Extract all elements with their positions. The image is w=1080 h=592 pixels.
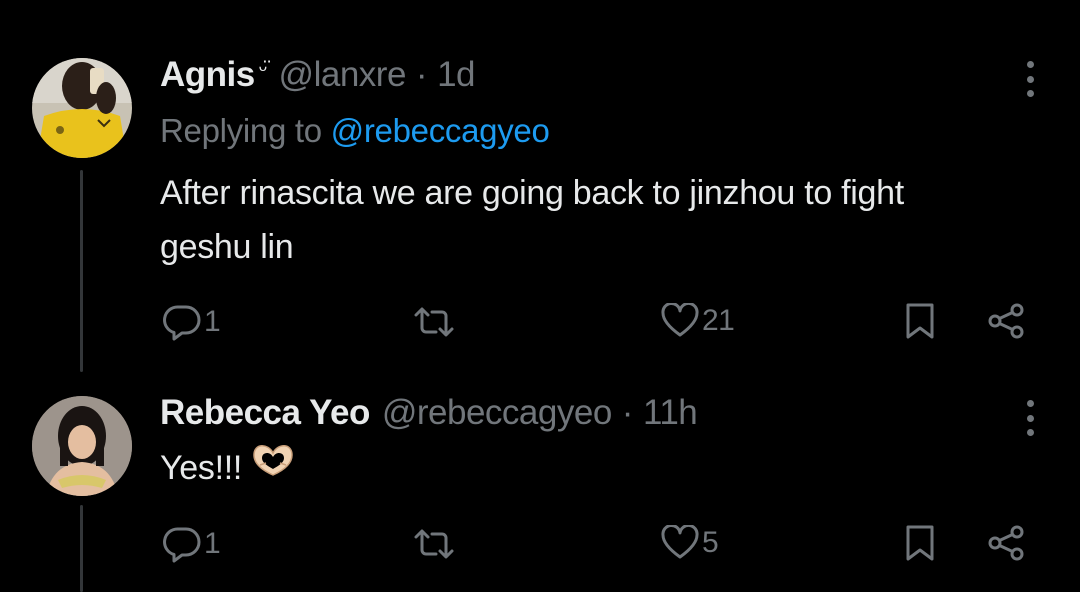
reply-icon xyxy=(163,527,201,563)
post-text: After rinascita we are going back to jin… xyxy=(160,166,904,274)
post-text-line: geshu lin xyxy=(160,228,294,266)
user-handle[interactable]: @lanxre xyxy=(279,55,407,95)
avatar[interactable] xyxy=(32,396,132,496)
separator-dot: · xyxy=(415,55,428,94)
repost-icon xyxy=(414,529,454,559)
share-icon xyxy=(988,303,1024,339)
more-options-icon[interactable] xyxy=(1018,400,1042,436)
like-count: 5 xyxy=(702,526,719,559)
repost-icon xyxy=(414,307,454,337)
share-button[interactable] xyxy=(986,524,1026,562)
reply-button[interactable]: 1 xyxy=(162,525,221,563)
more-options-icon[interactable] xyxy=(1018,61,1042,97)
post-text-line: After rinascita we are going back to jin… xyxy=(160,174,904,212)
timestamp[interactable]: 11h xyxy=(643,393,698,433)
post-text-line: Yes!!! xyxy=(160,449,243,487)
display-name[interactable]: Agnis xyxy=(160,55,255,95)
like-count: 21 xyxy=(702,304,735,337)
thread-connector-line xyxy=(80,170,83,372)
display-name[interactable]: Rebecca Yeo xyxy=(160,393,370,433)
post-text: Yes!!! xyxy=(160,441,296,497)
thread-connector-line xyxy=(80,505,83,592)
reply-icon xyxy=(163,305,201,341)
like-button[interactable]: 21 xyxy=(660,303,735,339)
repost-button[interactable] xyxy=(412,527,456,561)
bookmark-button[interactable] xyxy=(904,524,936,562)
share-button[interactable] xyxy=(986,302,1026,340)
post-header: Agnis ᵕ̈ @lanxre · 1d xyxy=(160,55,475,95)
bookmark-button[interactable] xyxy=(904,302,936,340)
reply-count: 1 xyxy=(204,305,221,338)
replying-to: Replying to @rebeccagyeo xyxy=(160,112,550,150)
separator-dot: · xyxy=(621,393,634,432)
bookmark-icon xyxy=(906,303,934,339)
repost-button[interactable] xyxy=(412,305,456,339)
name-emoji: ᵕ̈ xyxy=(258,56,267,81)
avatar[interactable] xyxy=(32,58,132,158)
replying-prefix: Replying to xyxy=(160,112,331,149)
heart-icon xyxy=(661,525,699,559)
bookmark-icon xyxy=(906,525,934,561)
share-icon xyxy=(988,525,1024,561)
user-handle[interactable]: @rebeccagyeo xyxy=(382,393,612,433)
timestamp[interactable]: 1d xyxy=(437,55,475,95)
heart-icon xyxy=(661,303,699,337)
heart-hands-emoji xyxy=(250,439,296,493)
post-header: Rebecca Yeo @rebeccagyeo · 11h xyxy=(160,393,698,433)
reply-count: 1 xyxy=(204,527,221,560)
replying-to-link[interactable]: @rebeccagyeo xyxy=(331,112,550,149)
like-button[interactable]: 5 xyxy=(660,525,719,561)
reply-button[interactable]: 1 xyxy=(162,303,221,341)
